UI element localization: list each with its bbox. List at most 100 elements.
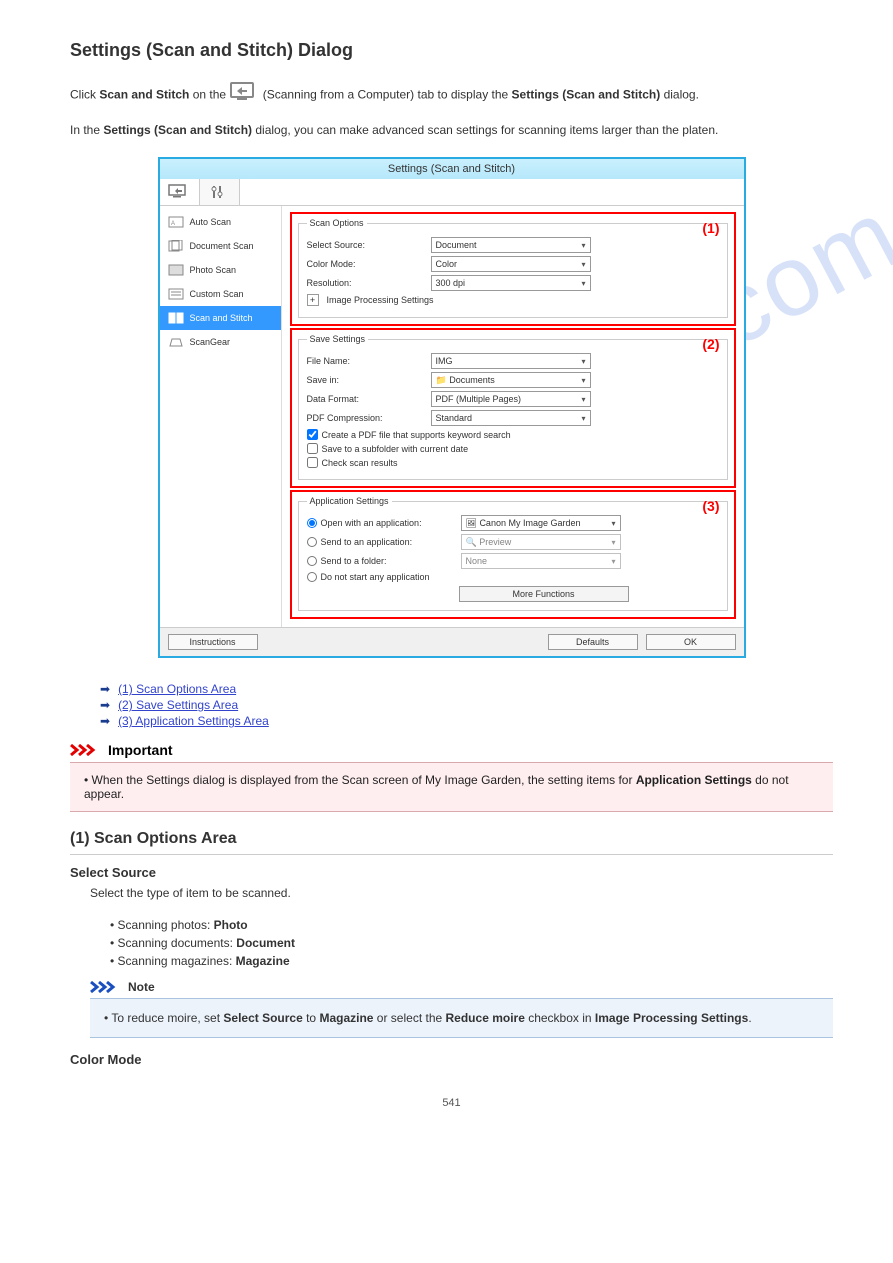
send-to-folder-dropdown[interactable]: None [461,553,621,569]
dialog-title: Settings (Scan and Stitch) [160,159,744,179]
area-number: (3) [702,498,719,514]
select-source-dropdown[interactable]: Document [431,237,591,253]
color-mode-dropdown[interactable]: Color [431,256,591,272]
area-number: (1) [702,220,719,236]
rad-label: Send to an application: [321,537,413,547]
resolution-dropdown[interactable]: 300 dpi [431,275,591,291]
filename-field[interactable]: IMG [431,353,591,369]
sidebar-item-photo-scan[interactable]: Photo Scan [160,258,281,282]
sidebar-item-custom-scan[interactable]: Custom Scan [160,282,281,306]
save-settings-legend: Save Settings [307,334,369,344]
scan-options-area: (1) Scan Options Select Source: Document… [290,212,736,326]
txt: Click [70,87,99,101]
more-functions-button[interactable]: More Functions [459,586,629,602]
photo-scan-icon [168,264,184,276]
custom-scan-icon [168,288,184,300]
txt: checkbox in [525,1011,595,1025]
save-settings-area: (2) Save Settings File Name: IMG Save in… [290,328,736,488]
val: Preview [479,537,511,547]
val: None [466,556,488,566]
txt: Scan and Stitch [99,87,189,101]
radio-input[interactable] [307,556,317,566]
sidebar-item-scangear[interactable]: ScanGear [160,330,281,354]
intro-paragraph-1: Click Scan and Stitch on the (Scanning f… [70,81,833,109]
checkbox-input[interactable] [307,443,318,454]
txt: Select Source [223,1011,302,1025]
select-source-label: Select Source: [307,240,427,250]
checkbox-input[interactable] [307,457,318,468]
sidebar-item-auto-scan[interactable]: A Auto Scan [160,210,281,234]
send-to-app-radio[interactable]: Send to an application: [307,537,457,547]
defaults-button[interactable]: Defaults [548,634,638,650]
pdf-compression-dropdown[interactable]: Standard [431,410,591,426]
note-box: To reduce moire, set Select Source to Ma… [90,998,833,1038]
stitch-icon [168,312,184,324]
instructions-button[interactable]: Instructions [168,634,258,650]
radio-input[interactable] [307,572,317,582]
tab-strip [160,179,744,206]
checkbox-input[interactable] [307,429,318,440]
link-application-settings-area[interactable]: ➡ (3) Application Settings Area [100,714,833,728]
application-settings-area: (3) Application Settings Open with an ap… [290,490,736,619]
monitor-arrow-icon [168,184,190,200]
do-not-start-radio[interactable]: Do not start any application [307,572,719,582]
check-scan-results-checkbox[interactable]: Check scan results [307,457,719,468]
intro-paragraph-2: In the Settings (Scan and Stitch) dialog… [70,123,833,137]
sidebar-item-scan-and-stitch[interactable]: Scan and Stitch [160,306,281,330]
save-subfolder-checkbox[interactable]: Save to a subfolder with current date [307,443,719,454]
color-mode-label: Color Mode: [307,259,427,269]
link-text[interactable]: (2) Save Settings Area [118,698,238,712]
radio-input[interactable] [307,518,317,528]
link-text[interactable]: (3) Application Settings Area [118,714,269,728]
send-to-folder-radio[interactable]: Send to a folder: [307,556,457,566]
resolution-label: Resolution: [307,278,427,288]
sidebar-label: ScanGear [190,337,231,347]
txt: dialog, you can make advanced scan setti… [252,123,718,137]
document-scan-icon [168,240,184,252]
sidebar-label: Photo Scan [190,265,237,275]
settings-sidebar: A Auto Scan Document Scan Photo Scan [160,206,282,627]
area-number: (2) [702,336,719,352]
txt: dialog. [660,87,699,101]
sidebar-label: Document Scan [190,241,254,251]
important-box: • When the Settings dialog is displayed … [70,762,833,812]
filename-label: File Name: [307,356,427,366]
link-scan-options-area[interactable]: ➡ (1) Scan Options Area [100,682,833,696]
page-number: 541 [70,1097,833,1109]
open-with-app-dropdown[interactable]: 🖼 Canon My Image Garden [461,515,621,531]
save-in-dropdown[interactable]: 📁 Documents [431,372,591,388]
tab-scan-from-computer[interactable] [160,179,200,205]
important-heading: Important [108,742,173,758]
val: Color [436,259,458,269]
data-format-dropdown[interactable]: PDF (Multiple Pages) [431,391,591,407]
pdf-compression-label: PDF Compression: [307,413,427,423]
txt: or select the [373,1011,445,1025]
expand-image-processing-button[interactable]: + [307,294,319,306]
tab-general-settings[interactable] [200,179,240,205]
data-format-label: Data Format: [307,394,427,404]
chk-label: Save to a subfolder with current date [322,444,469,454]
create-pdf-keyword-checkbox[interactable]: Create a PDF file that supports keyword … [307,429,719,440]
link-text[interactable]: (1) Scan Options Area [118,682,236,696]
radio-input[interactable] [307,537,317,547]
sidebar-label: Custom Scan [190,289,244,299]
ok-button[interactable]: OK [646,634,736,650]
arrow-right-icon: ➡ [100,698,110,712]
val: Document [436,240,477,250]
field-select-source: Select Source [70,865,833,880]
txt: Magazine [319,1011,373,1025]
arrow-right-icon: ➡ [100,682,110,696]
arrow-right-icon: ➡ [100,714,110,728]
sidebar-item-document-scan[interactable]: Document Scan [160,234,281,258]
link-save-settings-area[interactable]: ➡ (2) Save Settings Area [100,698,833,712]
val: 300 dpi [436,278,466,288]
send-to-app-dropdown[interactable]: 🔍 Preview [461,534,621,550]
page-title: Settings (Scan and Stitch) Dialog [70,40,353,61]
scan-options-legend: Scan Options [307,218,367,228]
divider [70,854,833,855]
field-color-mode: Color Mode [70,1052,833,1067]
open-with-app-radio[interactable]: Open with an application: [307,518,457,528]
section-heading-scan-options: (1) Scan Options Area [70,830,833,848]
save-in-label: Save in: [307,375,427,385]
note-heading: Note [128,980,155,994]
